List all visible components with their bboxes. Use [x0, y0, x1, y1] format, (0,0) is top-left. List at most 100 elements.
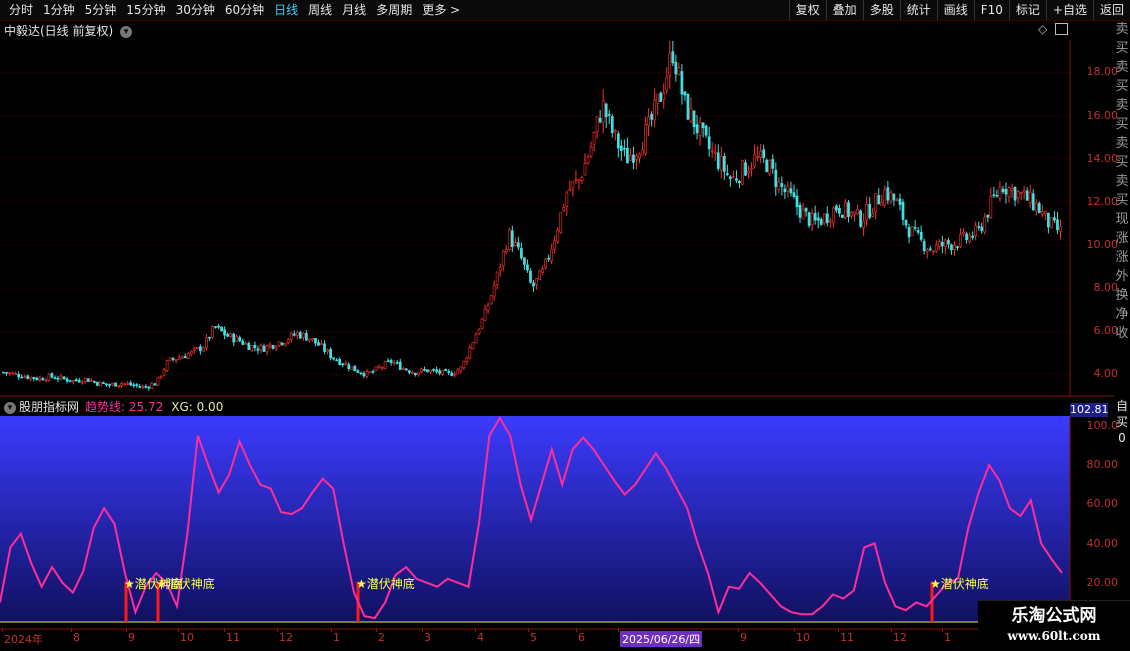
- candle-body: [177, 357, 181, 360]
- candle-body: [535, 278, 538, 285]
- candle-body: [1050, 217, 1053, 229]
- candle-body: [756, 156, 759, 158]
- candle-body: [144, 386, 148, 388]
- x-axis-label: 1: [333, 631, 340, 644]
- tool-button-6[interactable]: 标记: [1008, 0, 1046, 20]
- candle-body: [59, 375, 63, 379]
- candle-body: [862, 220, 865, 228]
- candle-body: [722, 156, 726, 172]
- candle-body: [577, 179, 581, 182]
- y-tick-label: 8.00: [1093, 281, 1119, 295]
- tab-3[interactable]: 15分钟: [121, 2, 170, 18]
- candle-body: [819, 219, 823, 225]
- x-axis-label: 6: [578, 631, 585, 644]
- candle-body: [1025, 190, 1029, 201]
- tool-button-4[interactable]: 画线: [936, 0, 974, 20]
- candle-body: [53, 377, 57, 380]
- candle-body: [292, 333, 296, 336]
- x-tick: [891, 628, 892, 632]
- candle-body: [1037, 203, 1041, 214]
- candle-body: [283, 342, 287, 346]
- candle-body: [20, 376, 24, 379]
- candle-body: [211, 326, 214, 338]
- right-side-panel[interactable]: 卖买卖买卖买卖买卖买现涨涨外换净收: [1114, 20, 1130, 400]
- tool-button-5[interactable]: F10: [973, 0, 1009, 20]
- candle-body: [447, 370, 451, 373]
- candle-body: [435, 369, 438, 372]
- candle-body: [925, 249, 929, 252]
- candle-body: [389, 360, 393, 363]
- candle-body: [562, 207, 566, 211]
- candle-body: [583, 163, 587, 176]
- candle-body: [710, 149, 714, 152]
- candle-body: [568, 188, 572, 191]
- candle-body: [50, 373, 54, 378]
- tab-0[interactable]: 分时: [4, 2, 38, 18]
- candle-body: [725, 173, 729, 175]
- chevron-down-icon[interactable]: ▾: [4, 401, 16, 414]
- tool-button-7[interactable]: +自选: [1045, 0, 1093, 20]
- candle-body: [877, 195, 881, 205]
- x-axis-label: 11: [840, 631, 854, 644]
- candle-body: [704, 125, 708, 136]
- candle-body: [102, 382, 105, 384]
- candle-body: [162, 369, 166, 376]
- candle-body: [865, 203, 869, 221]
- candle-body: [610, 116, 614, 133]
- candle-body: [1056, 219, 1059, 231]
- candle-body: [686, 94, 690, 120]
- candle-body: [183, 356, 187, 359]
- x-tick: [331, 628, 332, 632]
- tab-8[interactable]: 月线: [337, 2, 371, 18]
- candle-body: [450, 372, 454, 377]
- candle-body: [744, 162, 747, 176]
- candle-body: [356, 370, 360, 373]
- candle-body: [483, 308, 487, 321]
- x-axis-label: 9: [128, 631, 135, 644]
- price-and-indicator-chart[interactable]: [0, 20, 1114, 630]
- candle-body: [398, 361, 402, 370]
- right-side-lower: 自买 0: [1114, 398, 1130, 458]
- candle-body: [707, 136, 711, 150]
- indicator-header[interactable]: ▾ 股朋指标网 趋势线: 25.72 XG: 0.00: [4, 398, 223, 415]
- tab-1[interactable]: 1分钟: [38, 2, 80, 18]
- tab-4[interactable]: 30分钟: [171, 2, 220, 18]
- candle-body: [135, 384, 139, 387]
- candle-body: [698, 122, 702, 136]
- y-tick-label: 6.00: [1093, 324, 1119, 338]
- candle-body: [132, 384, 136, 387]
- tool-button-1[interactable]: 叠加: [825, 0, 863, 20]
- candle-body: [350, 366, 354, 370]
- candle-body: [977, 226, 981, 228]
- tool-button-3[interactable]: 统计: [899, 0, 937, 20]
- candle-body: [238, 337, 242, 342]
- tool-button-0[interactable]: 复权: [788, 0, 826, 20]
- candle-body: [492, 285, 496, 297]
- signal-label: ★潜伏神底: [930, 576, 989, 591]
- tab-10[interactable]: 更多 >: [417, 2, 465, 18]
- candle-body: [117, 384, 120, 387]
- candle-body: [956, 246, 959, 248]
- candle-body: [659, 92, 663, 103]
- tab-7[interactable]: 周线: [303, 2, 337, 18]
- tab-2[interactable]: 5分钟: [80, 2, 122, 18]
- tab-9[interactable]: 多周期: [371, 2, 417, 18]
- candle-body: [123, 383, 127, 385]
- candle-body: [947, 240, 950, 245]
- x-axis-label: 5: [530, 631, 537, 644]
- candle-body: [907, 227, 911, 238]
- candle-body: [444, 368, 448, 372]
- x-tick: [475, 628, 476, 632]
- tab-5[interactable]: 60分钟: [220, 2, 269, 18]
- x-axis-label: 10: [180, 631, 194, 644]
- candle-body: [1043, 210, 1047, 215]
- signal-label: ★潜伏神底: [356, 576, 415, 591]
- candle-body: [795, 195, 799, 208]
- candle-body: [365, 371, 369, 377]
- candle-body: [108, 384, 111, 386]
- candle-body: [153, 383, 157, 386]
- tab-6[interactable]: 日线: [269, 2, 303, 18]
- tool-button-2[interactable]: 多股: [862, 0, 900, 20]
- tool-button-8[interactable]: 返回: [1092, 0, 1130, 20]
- candle-body: [407, 370, 411, 373]
